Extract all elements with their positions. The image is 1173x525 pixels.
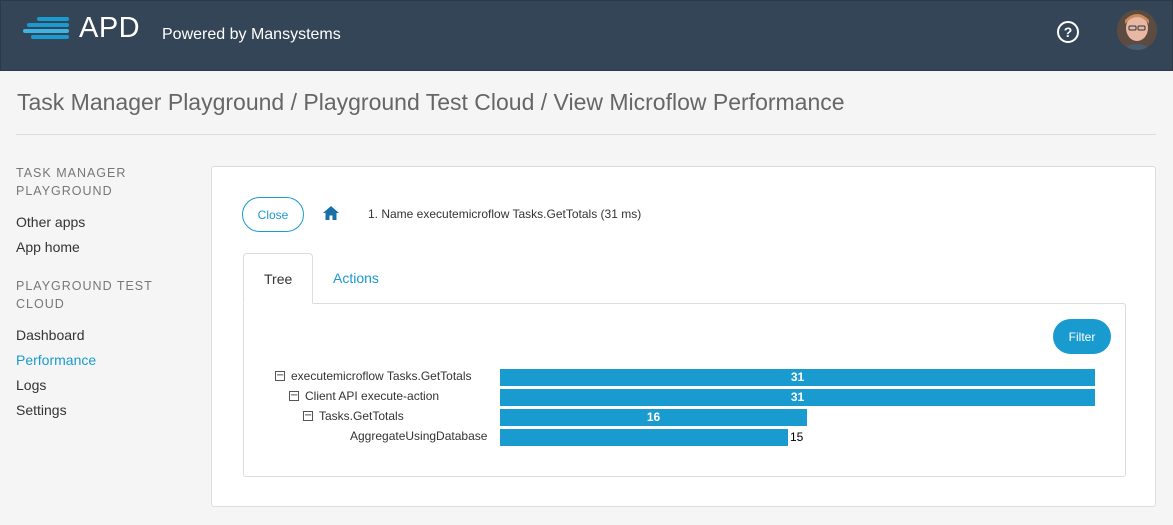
tree-row[interactable]: − Client API execute-action 31: [244, 388, 1104, 406]
home-icon[interactable]: [323, 206, 339, 220]
tree-row-label: executemicroflow Tasks.GetTotals: [291, 369, 472, 383]
duration-value: 31: [790, 390, 805, 404]
tree-row-label: Client API execute-action: [305, 389, 440, 403]
breadcrumb: 1. Name executemicroflow Tasks.GetTotals…: [368, 207, 642, 221]
app-logo-text[interactable]: APD: [79, 12, 140, 45]
tree-row[interactable]: − Tasks.GetTotals 16: [244, 408, 1104, 426]
duration-value: 15: [790, 430, 804, 444]
sidebar-item-other-apps[interactable]: Other apps: [16, 210, 196, 235]
powered-by-text: Powered by Mansystems: [162, 26, 341, 43]
collapse-icon[interactable]: −: [275, 371, 285, 381]
tab-actions[interactable]: Actions: [313, 253, 399, 304]
sidebar-item-settings[interactable]: Settings: [16, 398, 196, 423]
performance-panel: Close 1. Name executemicroflow Tasks.Get…: [211, 166, 1156, 507]
sidebar-item-app-home[interactable]: App home: [16, 235, 196, 260]
collapse-icon[interactable]: −: [289, 391, 299, 401]
avatar-image: [1117, 10, 1157, 50]
title-divider: [16, 134, 1156, 135]
duration-bar: 31: [500, 389, 1095, 406]
close-button[interactable]: Close: [242, 197, 304, 232]
sidebar-item-performance[interactable]: Performance: [16, 348, 196, 373]
help-icon[interactable]: ?: [1057, 21, 1079, 43]
tree-view: Filter − executemicroflow Tasks.GetTotals…: [243, 303, 1126, 477]
collapse-icon[interactable]: −: [303, 411, 313, 421]
sidebar-section-task-manager: TASK MANAGER PLAYGROUND: [16, 166, 127, 198]
user-avatar[interactable]: [1117, 10, 1157, 50]
filter-button[interactable]: Filter: [1053, 319, 1111, 354]
sidebar-item-dashboard[interactable]: Dashboard: [16, 323, 196, 348]
sidebar: TASK MANAGER PLAYGROUND Other apps App h…: [16, 164, 196, 423]
top-bar: APD Powered by Mansystems ?: [0, 0, 1173, 71]
duration-bar: [500, 429, 788, 446]
tree-row-label: AggregateUsingDatabase: [350, 429, 488, 443]
tree-row[interactable]: − executemicroflow Tasks.GetTotals 31: [244, 368, 1104, 386]
sidebar-section-test-cloud: PLAYGROUND TEST CLOUD: [16, 279, 153, 311]
duration-bar: 16: [500, 409, 807, 426]
duration-value: 31: [790, 370, 805, 384]
duration-bar: 31: [500, 369, 1095, 386]
duration-value: 16: [646, 410, 661, 424]
sidebar-item-logs[interactable]: Logs: [16, 373, 196, 398]
apd-logo-icon: [23, 17, 69, 39]
tab-tree[interactable]: Tree: [243, 253, 313, 304]
tree-row-label: Tasks.GetTotals: [319, 409, 404, 423]
page-title: Task Manager Playground / Playground Tes…: [17, 89, 845, 115]
tree-row[interactable]: AggregateUsingDatabase 15: [244, 428, 1104, 446]
